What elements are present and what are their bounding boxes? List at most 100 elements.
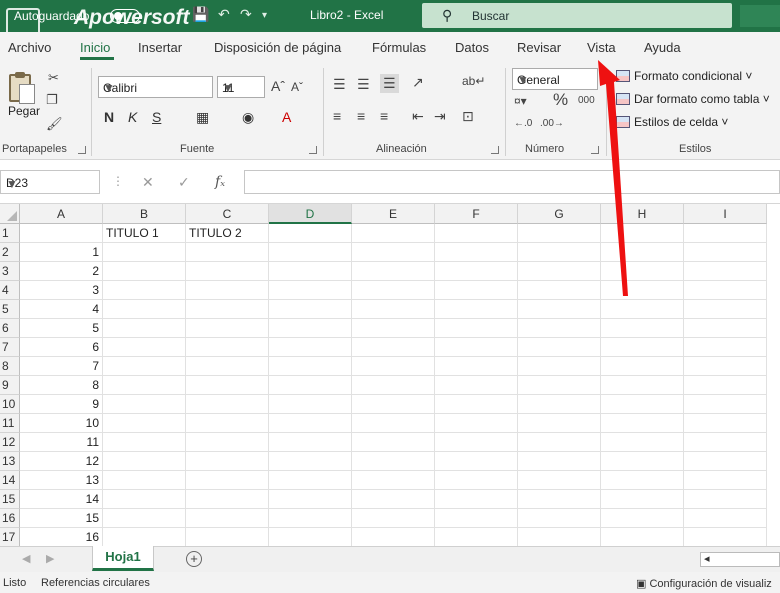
- cell-g4[interactable]: [518, 281, 601, 300]
- increase-decimal-icon[interactable]: ←.0: [514, 118, 532, 129]
- cell-a3[interactable]: 2: [20, 262, 103, 281]
- cell-d11[interactable]: [269, 414, 352, 433]
- cell-b11[interactable]: [103, 414, 186, 433]
- cell-i7[interactable]: [684, 338, 767, 357]
- cell-h3[interactable]: [601, 262, 684, 281]
- wrap-text-icon[interactable]: ab↵: [462, 74, 485, 88]
- cell-g7[interactable]: [518, 338, 601, 357]
- cell-i1[interactable]: [684, 224, 767, 243]
- cell-c13[interactable]: [186, 452, 269, 471]
- cell-e7[interactable]: [352, 338, 435, 357]
- cell-h6[interactable]: [601, 319, 684, 338]
- cut-icon[interactable]: ✂: [48, 70, 59, 86]
- cell-b1[interactable]: TITULO 1: [103, 224, 186, 243]
- number-format-select[interactable]: General ▼: [512, 68, 598, 90]
- cell-d12[interactable]: [269, 433, 352, 452]
- thousands-separator-icon[interactable]: 000: [578, 95, 595, 106]
- cell-f2[interactable]: [435, 243, 518, 262]
- cell-g16[interactable]: [518, 509, 601, 528]
- cell-h2[interactable]: [601, 243, 684, 262]
- cell-d6[interactable]: [269, 319, 352, 338]
- cell-c1[interactable]: TITULO 2: [186, 224, 269, 243]
- decrease-font-icon[interactable]: Aˇ: [291, 80, 303, 94]
- cell-g10[interactable]: [518, 395, 601, 414]
- cell-h7[interactable]: [601, 338, 684, 357]
- cell-b4[interactable]: [103, 281, 186, 300]
- cell-i2[interactable]: [684, 243, 767, 262]
- cell-d8[interactable]: [269, 357, 352, 376]
- cell-h15[interactable]: [601, 490, 684, 509]
- cell-e2[interactable]: [352, 243, 435, 262]
- cell-b15[interactable]: [103, 490, 186, 509]
- column-header-h[interactable]: H: [601, 204, 684, 224]
- column-header-f[interactable]: F: [435, 204, 518, 224]
- cell-f17[interactable]: [435, 528, 518, 546]
- cell-f5[interactable]: [435, 300, 518, 319]
- align-bottom-icon[interactable]: ☰: [380, 74, 399, 93]
- cell-a11[interactable]: 10: [20, 414, 103, 433]
- borders-icon[interactable]: ▦: [196, 109, 209, 126]
- cell-c2[interactable]: [186, 243, 269, 262]
- conditional-format-button[interactable]: Formato condicional ˅: [616, 69, 752, 83]
- font-name-select[interactable]: Calibri ▼: [98, 76, 213, 98]
- cell-h14[interactable]: [601, 471, 684, 490]
- cell-h9[interactable]: [601, 376, 684, 395]
- cell-b6[interactable]: [103, 319, 186, 338]
- row-header[interactable]: 7: [0, 338, 20, 357]
- cell-c5[interactable]: [186, 300, 269, 319]
- cell-i9[interactable]: [684, 376, 767, 395]
- cell-a17[interactable]: 16: [20, 528, 103, 546]
- cell-a16[interactable]: 15: [20, 509, 103, 528]
- cell-i13[interactable]: [684, 452, 767, 471]
- cell-f1[interactable]: [435, 224, 518, 243]
- increase-font-icon[interactable]: Aˆ: [271, 78, 285, 94]
- add-sheet-icon[interactable]: +: [186, 551, 202, 567]
- account-area[interactable]: [740, 5, 780, 27]
- cell-h11[interactable]: [601, 414, 684, 433]
- cell-c10[interactable]: [186, 395, 269, 414]
- cell-b3[interactable]: [103, 262, 186, 281]
- align-middle-icon[interactable]: ☰: [357, 76, 370, 93]
- cell-g15[interactable]: [518, 490, 601, 509]
- paste-button[interactable]: Pegar: [8, 104, 40, 118]
- numero-launcher-icon[interactable]: [591, 146, 599, 154]
- cell-b2[interactable]: [103, 243, 186, 262]
- row-header[interactable]: 12: [0, 433, 20, 452]
- cell-d15[interactable]: [269, 490, 352, 509]
- cell-d5[interactable]: [269, 300, 352, 319]
- row-header[interactable]: 15: [0, 490, 20, 509]
- cell-e1[interactable]: [352, 224, 435, 243]
- cell-b16[interactable]: [103, 509, 186, 528]
- cell-i15[interactable]: [684, 490, 767, 509]
- cell-e13[interactable]: [352, 452, 435, 471]
- cell-b17[interactable]: [103, 528, 186, 546]
- cell-e16[interactable]: [352, 509, 435, 528]
- cell-g13[interactable]: [518, 452, 601, 471]
- cell-styles-button[interactable]: Estilos de celda ˅: [616, 115, 728, 129]
- cell-g17[interactable]: [518, 528, 601, 546]
- row-header[interactable]: 11: [0, 414, 20, 433]
- cancel-icon[interactable]: ✕: [142, 174, 154, 191]
- cell-b13[interactable]: [103, 452, 186, 471]
- cell-e15[interactable]: [352, 490, 435, 509]
- cell-e9[interactable]: [352, 376, 435, 395]
- cell-h10[interactable]: [601, 395, 684, 414]
- tab-revisar[interactable]: Revisar: [517, 40, 561, 55]
- format-painter-icon[interactable]: 🖌: [46, 116, 63, 132]
- cell-f14[interactable]: [435, 471, 518, 490]
- enter-icon[interactable]: ✓: [178, 174, 190, 191]
- increase-indent-icon[interactable]: ⇥: [434, 108, 446, 125]
- cell-d17[interactable]: [269, 528, 352, 546]
- cell-c7[interactable]: [186, 338, 269, 357]
- cell-g6[interactable]: [518, 319, 601, 338]
- cell-a7[interactable]: 6: [20, 338, 103, 357]
- cell-i10[interactable]: [684, 395, 767, 414]
- cell-g11[interactable]: [518, 414, 601, 433]
- cell-g9[interactable]: [518, 376, 601, 395]
- cell-f8[interactable]: [435, 357, 518, 376]
- tab-vista[interactable]: Vista: [587, 40, 616, 55]
- tab-inicio[interactable]: Inicio: [80, 40, 110, 55]
- decrease-indent-icon[interactable]: ⇤: [412, 108, 424, 125]
- cell-a1[interactable]: [20, 224, 103, 243]
- status-circular-refs[interactable]: Referencias circulares: [41, 577, 150, 589]
